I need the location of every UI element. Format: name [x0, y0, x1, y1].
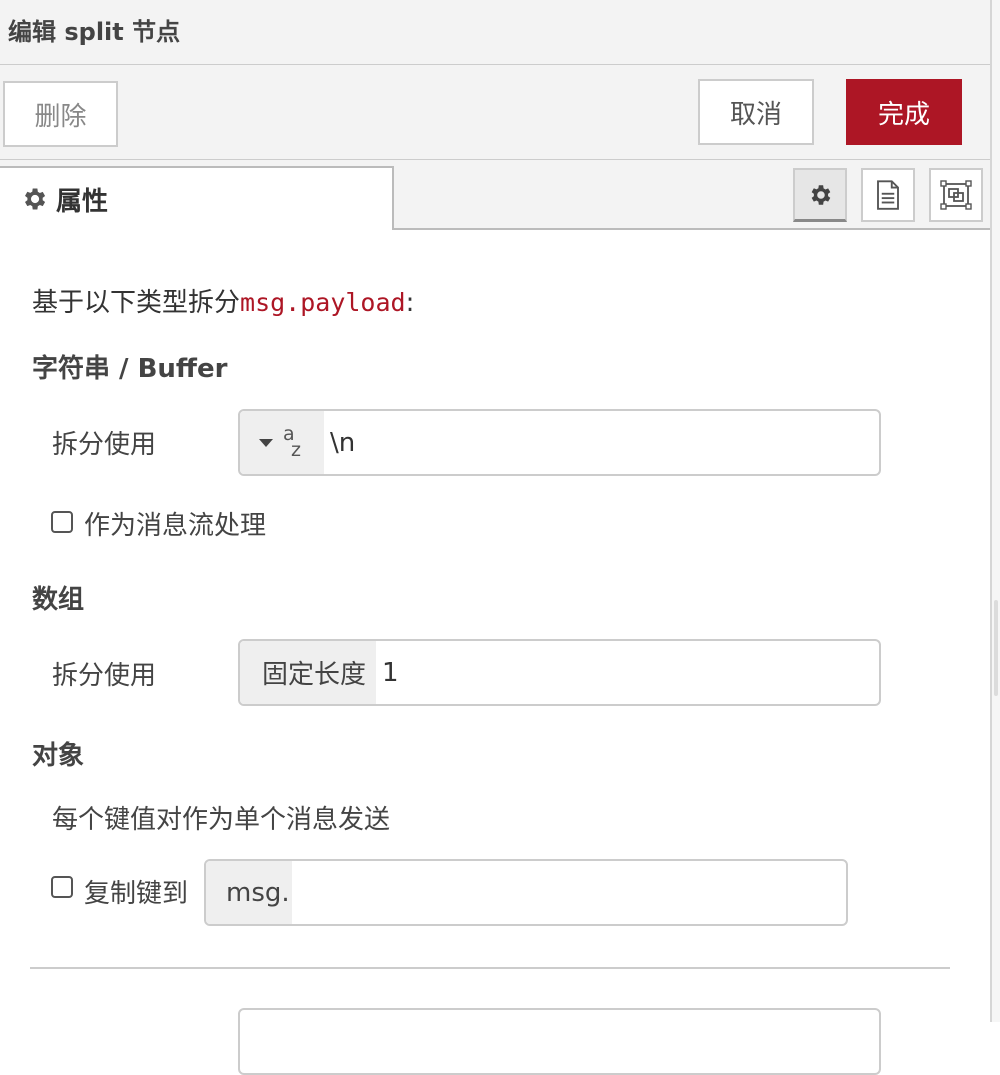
tab-bar: 属性 — [0, 160, 990, 230]
section-title-string: 字符串 / Buffer — [32, 354, 228, 384]
copy-key-value[interactable] — [292, 861, 846, 924]
description-view-button[interactable] — [861, 168, 915, 222]
done-button[interactable]: 完成 — [846, 79, 962, 145]
array-split-value[interactable]: 1 — [376, 641, 879, 704]
string-type-icon: a z — [283, 423, 305, 461]
editor-title: 编辑 split 节点 — [8, 18, 181, 46]
type-glyph-z: z — [291, 438, 301, 461]
array-split-input[interactable]: 固定长度 1 — [238, 639, 881, 706]
string-split-value[interactable]: \n — [324, 411, 879, 474]
string-split-label: 拆分使用 — [52, 430, 157, 460]
cancel-button[interactable]: 取消 — [698, 79, 814, 145]
copy-key-label[interactable]: 复制键到 — [84, 873, 188, 910]
gear-icon — [811, 184, 831, 205]
object-description: 每个键值对作为单个消息发送 — [52, 805, 391, 835]
string-split-type-selector[interactable]: a z — [240, 411, 324, 474]
caret-down-icon — [259, 438, 273, 447]
tab-bar-divider — [394, 228, 990, 230]
description-suffix: : — [405, 288, 415, 318]
document-icon — [877, 180, 899, 210]
tab-properties[interactable]: 属性 — [0, 166, 394, 230]
resize-gutter[interactable] — [992, 0, 1000, 1022]
description-code: msg.payload — [240, 288, 406, 317]
copy-key-prefix: msg. — [206, 861, 292, 924]
properties-view-button[interactable] — [793, 168, 847, 222]
section-divider — [30, 967, 950, 969]
copy-key-checkbox[interactable] — [51, 876, 73, 898]
array-split-label: 拆分使用 — [52, 661, 157, 691]
gear-icon — [25, 188, 46, 210]
description-text: 基于以下类型拆分 — [32, 288, 241, 318]
delete-button[interactable]: 删除 — [3, 81, 118, 147]
stream-label[interactable]: 作为消息流处理 — [84, 505, 266, 542]
editor-header: 编辑 split 节点 — [0, 0, 990, 65]
appearance-view-button[interactable] — [929, 168, 983, 222]
split-description: 基于以下类型拆分msg.payload: — [32, 282, 414, 319]
resize-handle[interactable] — [994, 600, 998, 696]
editor-toolbar: 删除 取消 完成 — [0, 65, 990, 160]
string-split-input[interactable]: a z \n — [238, 409, 881, 476]
stream-checkbox[interactable] — [51, 511, 73, 533]
layout-icon — [940, 180, 972, 210]
section-title-object: 对象 — [32, 741, 85, 771]
tab-properties-label: 属性 — [56, 186, 109, 217]
copy-key-input[interactable]: msg. — [204, 859, 848, 926]
section-title-array: 数组 — [32, 585, 85, 615]
next-field-input[interactable] — [238, 1008, 881, 1075]
array-split-type-selector[interactable]: 固定长度 — [240, 641, 376, 704]
